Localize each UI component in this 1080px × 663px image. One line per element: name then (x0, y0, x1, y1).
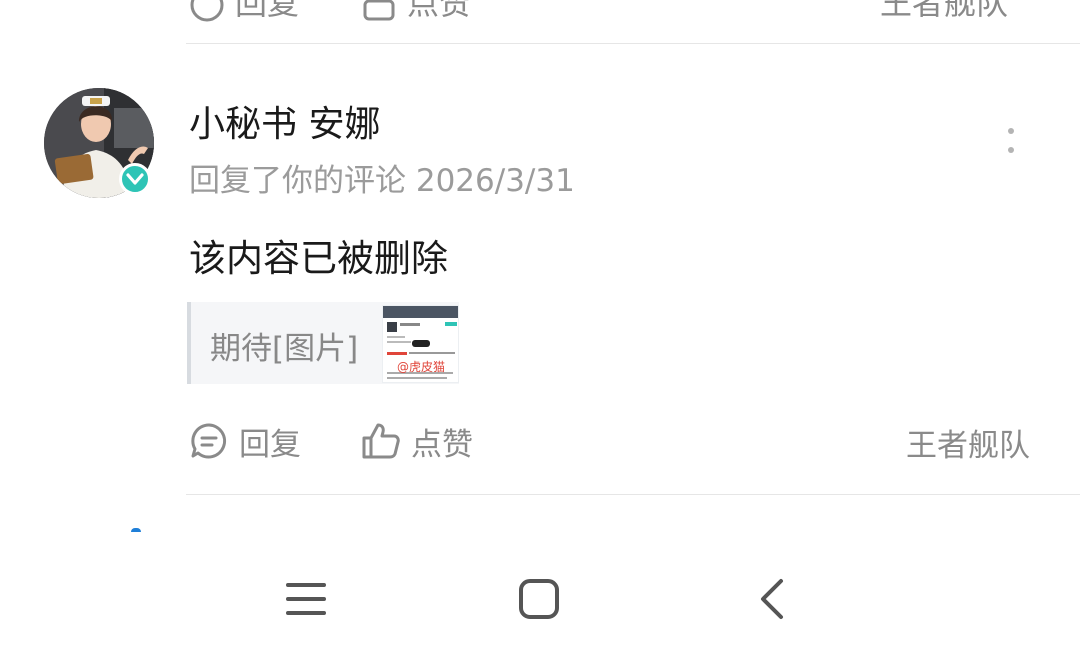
group-tag[interactable]: 王者舰队 (906, 420, 1030, 465)
rounded-square-icon (519, 579, 559, 619)
vertical-ellipsis-icon (1000, 128, 1022, 153)
previous-like-label: 点赞 (407, 0, 472, 22)
more-options-button[interactable] (1000, 128, 1022, 160)
system-navigation-bar (0, 535, 1080, 663)
previous-reply-label: 回复 (235, 0, 300, 22)
like-button[interactable]: 点赞 (361, 420, 473, 463)
reply-label: 回复 (239, 426, 301, 463)
previous-like-button[interactable]: 点赞 (361, 0, 471, 24)
thumbs-up-icon (362, 423, 400, 459)
bottom-divider (186, 494, 1080, 495)
reply-content[interactable]: 该内容已被删除 (189, 228, 448, 282)
quoted-image-thumbnail[interactable]: @虎皮猫 (382, 305, 459, 383)
nav-menu-button[interactable] (276, 577, 336, 621)
chevron-left-icon (761, 579, 783, 619)
user-name[interactable]: 小秘书 安娜 (189, 95, 380, 147)
previous-item-actions: 回复 点赞 王者舰队 (0, 0, 1080, 44)
chat-bubble-icon (191, 423, 227, 459)
thumbnail-watermark: @虎皮猫 (397, 360, 446, 374)
previous-reply-button[interactable]: 回复 (189, 0, 299, 24)
previous-tag-label[interactable]: 王者舰队 (880, 0, 1008, 24)
nav-home-button[interactable] (509, 577, 569, 621)
nav-back-button[interactable] (742, 577, 802, 621)
thumbs-up-icon (363, 0, 395, 21)
like-label: 点赞 (411, 426, 473, 463)
chat-bubble-icon (190, 0, 224, 22)
verified-badge (119, 163, 151, 195)
top-divider (186, 43, 1080, 44)
quoted-comment-text: 期待[图片] (210, 331, 359, 367)
notification-meta: 回复了你的评论 2026/3/31 (189, 163, 575, 199)
menu-lines-icon (286, 583, 326, 615)
verified-check-icon (126, 173, 144, 185)
next-item-avatar-edge (131, 528, 141, 532)
reply-button[interactable]: 回复 (189, 420, 301, 463)
